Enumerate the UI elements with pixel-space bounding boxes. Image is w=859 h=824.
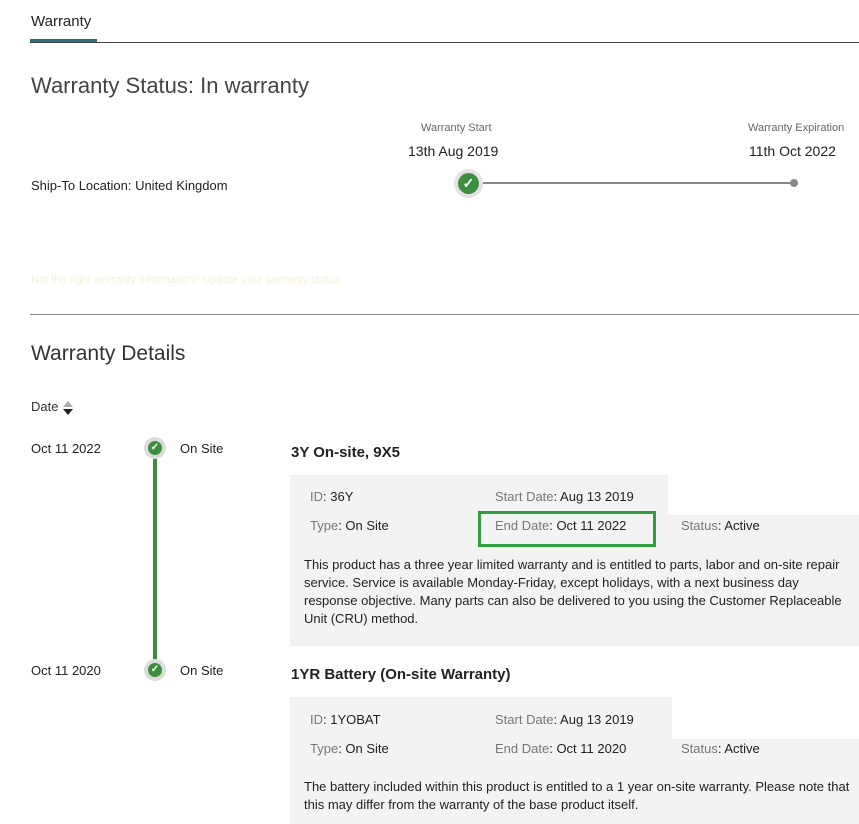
end-date-highlight xyxy=(478,511,656,547)
row-type: On Site xyxy=(180,663,224,678)
warranty-start-label: Warranty Start xyxy=(421,122,492,134)
warranty-id: ID: 36Y xyxy=(310,489,354,504)
tab-warranty[interactable]: Warranty xyxy=(31,13,91,30)
status-value: Active xyxy=(724,741,760,756)
faded-note: Not the right warranty information? Upda… xyxy=(31,274,341,286)
section-divider xyxy=(30,314,859,315)
status-value: Active xyxy=(724,518,760,533)
details-timeline-line xyxy=(153,449,157,671)
check-icon: ✓ xyxy=(458,173,479,194)
type-value: On Site xyxy=(345,741,389,756)
end-date-value: Oct 11 2020 xyxy=(556,741,627,756)
id-label: ID xyxy=(310,712,323,727)
warranty-type: Type: On Site xyxy=(310,518,389,533)
tab-divider xyxy=(30,42,859,43)
row-date: Oct 11 2020 xyxy=(31,663,101,678)
warranty-expiration-label: Warranty Expiration xyxy=(748,122,845,134)
check-icon: ✓ xyxy=(148,441,162,455)
id-value: 1YOBAT xyxy=(330,712,381,727)
warranty-type: Type: On Site xyxy=(310,741,389,756)
warranty-name: 1YR Battery (On-site Warranty) xyxy=(291,666,511,683)
warranty-details-title: Warranty Details xyxy=(31,342,186,365)
type-label: Type xyxy=(310,741,339,756)
start-date-label: Start Date xyxy=(495,712,554,727)
end-date-label: End Date xyxy=(495,741,550,756)
sort-arrows-icon[interactable] xyxy=(62,399,74,417)
id-label: ID xyxy=(310,489,323,504)
end-date: End Date: Oct 11 2020 xyxy=(495,741,627,756)
warranty-status-title: Warranty Status: In warranty xyxy=(31,73,309,98)
warranty-expiration-date: 11th Oct 2022 xyxy=(749,143,836,159)
row-date: Oct 11 2022 xyxy=(31,441,101,456)
status-label: Status xyxy=(681,741,718,756)
start-date-value: Aug 13 2019 xyxy=(560,712,634,727)
type-label: Type xyxy=(310,518,339,533)
start-date: Start Date: Aug 13 2019 xyxy=(495,712,634,727)
start-date-label: Start Date xyxy=(495,489,554,504)
sort-by-date[interactable]: Date xyxy=(31,399,58,414)
warranty-description: The battery included within this product… xyxy=(304,779,850,812)
warranty-name: 3Y On-site, 9X5 xyxy=(291,444,400,461)
start-date-value: Aug 13 2019 xyxy=(560,489,634,504)
warranty-status: Status: Active xyxy=(681,741,760,756)
id-value: 36Y xyxy=(330,489,354,504)
warranty-progress-bar xyxy=(470,182,795,184)
row-type: On Site xyxy=(180,441,224,456)
type-value: On Site xyxy=(345,518,389,533)
warranty-description: This product has a three year limited wa… xyxy=(304,557,842,626)
warranty-start-date: 13th Aug 2019 xyxy=(408,143,499,159)
check-icon: ✓ xyxy=(148,663,162,677)
ship-to-location: Ship-To Location: United Kingdom xyxy=(31,178,228,193)
warranty-status: Status: Active xyxy=(681,518,760,533)
expiration-marker xyxy=(790,179,798,187)
status-label: Status xyxy=(681,518,718,533)
start-date: Start Date: Aug 13 2019 xyxy=(495,489,634,504)
warranty-id: ID: 1YOBAT xyxy=(310,712,381,727)
